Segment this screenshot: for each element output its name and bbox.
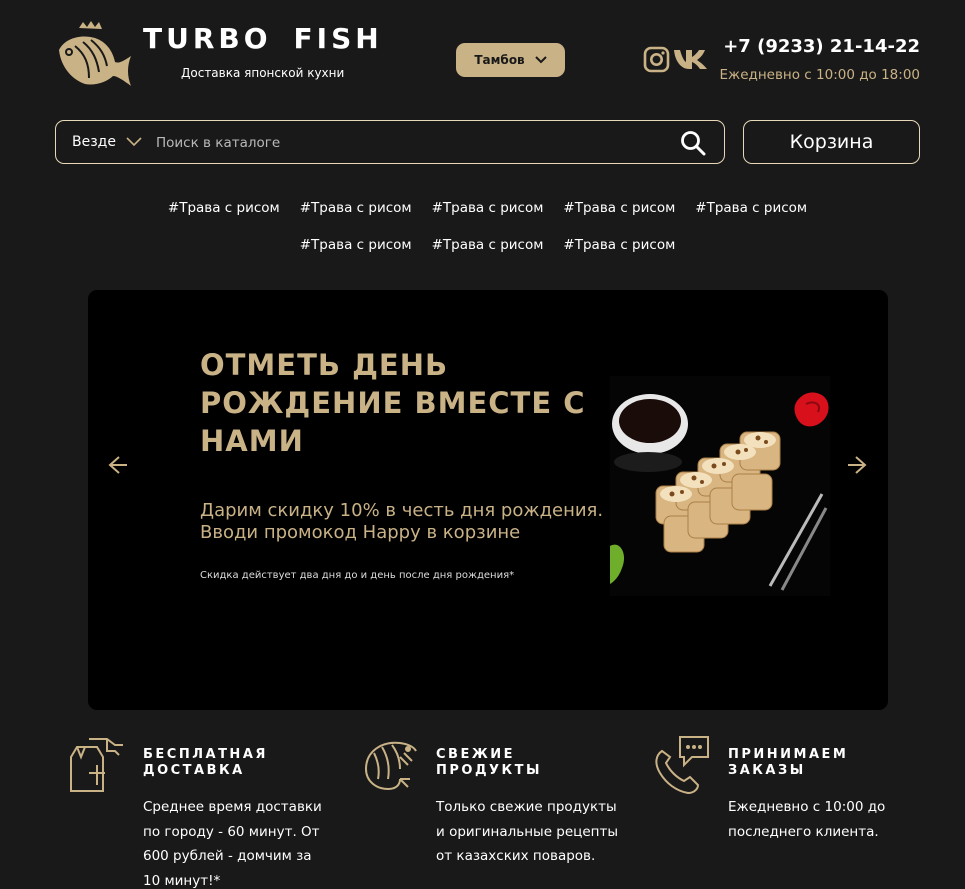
brand-name[interactable]: TURBO FISH [143,22,383,55]
search-input[interactable] [156,131,656,155]
sushi-photo [610,376,830,596]
logo-fish-icon[interactable] [55,20,133,92]
search-scope-dropdown[interactable]: Везде [72,134,142,150]
phone-chat-icon [655,736,709,795]
instagram-icon[interactable] [643,46,670,73]
tag-link[interactable]: #Трава с рисом [553,235,685,255]
promo-banner: ОТМЕТЬ ДЕНЬ РОЖДЕНИЕ ВМЕСТЕ С НАМИ Дарим… [88,290,888,710]
working-hours: Ежедневно с 10:00 до 18:00 [719,67,921,83]
arrow-left-icon[interactable] [105,453,129,477]
cart-button[interactable]: Корзина [743,120,920,164]
banner-text: Дарим скидку 10% в честь дня рождения. В… [200,500,604,543]
shrimp-icon [365,741,417,791]
tag-link[interactable]: #Трава с рисом [553,198,685,218]
search-scope-label: Везде [72,134,116,150]
banner-note: Скидка действует два дня до и день после… [200,570,515,581]
arrow-right-icon[interactable] [846,453,870,477]
tag-link[interactable]: #Трава с рисом [422,198,554,218]
feature-title: ПРИНИМАЕМ ЗАКАЗЫ [728,747,849,778]
feature-text: Только свежие продукты и оригинальные ре… [436,799,619,864]
feature-text: Среднее время доставки по городу - 60 ми… [143,799,322,889]
city-label: Тамбов [474,53,525,67]
tag-list: #Трава с рисом #Трава с рисом #Трава с р… [110,198,865,255]
banner-title: ОТМЕТЬ ДЕНЬ РОЖДЕНИЕ ВМЕСТЕ С НАМИ [200,348,586,458]
search-icon[interactable] [680,130,706,156]
tag-link[interactable]: #Трава с рисом [290,235,422,255]
tag-link[interactable]: #Трава с рисом [422,235,554,255]
brand-tagline: Доставка японской кухни [181,66,345,80]
feature-text: Ежедневно с 10:00 до последнего клиента. [728,799,886,840]
phone-number[interactable]: +7 (9233) 21-14-22 [723,36,920,57]
tag-link[interactable]: #Трава с рисом [685,198,817,218]
vk-icon[interactable] [673,47,708,71]
tag-link[interactable]: #Трава с рисом [290,198,422,218]
tag-link[interactable]: #Трава с рисом [158,198,290,218]
chevron-down-icon [126,137,142,147]
city-selector[interactable]: Тамбов [456,43,565,77]
chevron-down-icon [534,56,547,64]
feature-title: СВЕЖИЕ ПРОДУКТЫ [436,747,543,778]
delivery-bag-icon [70,738,123,792]
search-bar: Везде [55,120,725,164]
feature-title: БЕСПЛАТНАЯ ДОСТАВКА [143,747,268,778]
